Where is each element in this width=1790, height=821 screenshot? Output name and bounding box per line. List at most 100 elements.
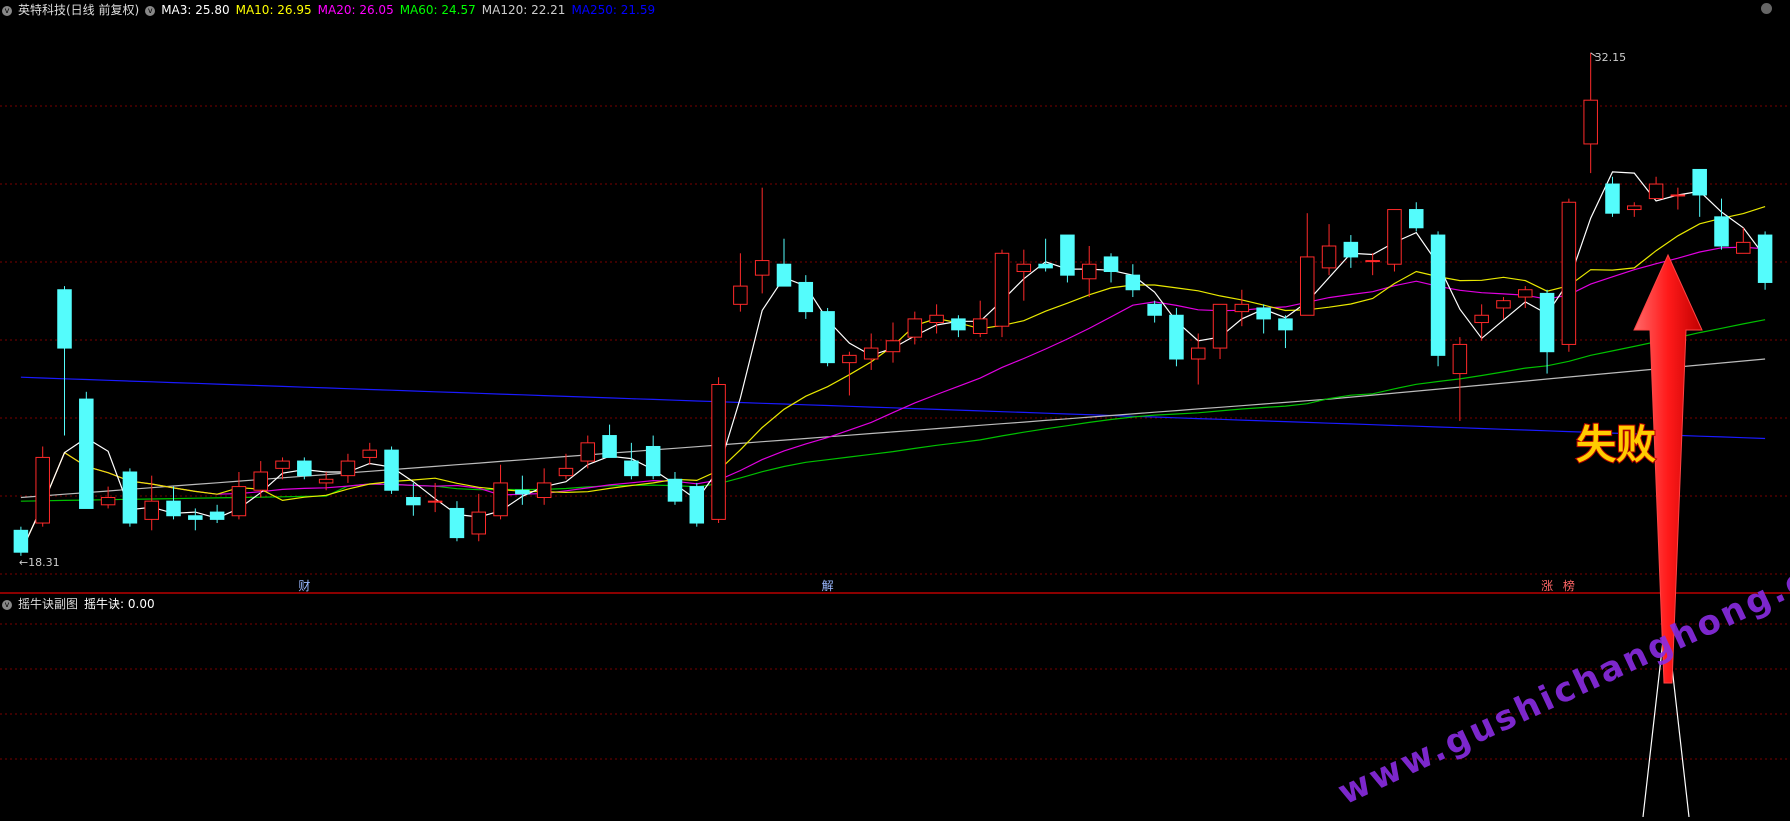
candle-up xyxy=(1474,314,1489,324)
candle-down xyxy=(13,529,29,553)
ma10-line xyxy=(20,206,1766,553)
grid-lines xyxy=(0,105,1790,575)
ma250-line xyxy=(20,376,1766,440)
candle-up xyxy=(1496,300,1511,309)
candle-down xyxy=(1256,307,1271,320)
candle-down xyxy=(1038,263,1053,269)
candle-down xyxy=(1757,234,1773,283)
candle-down xyxy=(297,460,312,477)
candle-up xyxy=(427,500,443,503)
candle-up xyxy=(907,318,923,338)
candle-up xyxy=(1212,303,1228,349)
candle-up xyxy=(1583,99,1598,145)
candles xyxy=(13,52,1773,556)
indicator-value: 摇牛诀: 0.00 xyxy=(84,597,155,611)
candle-up xyxy=(1081,263,1097,280)
candle-down xyxy=(1409,209,1424,229)
candle-up xyxy=(1736,241,1751,254)
candle-down xyxy=(951,318,966,331)
candle-down xyxy=(449,507,465,539)
candle-down xyxy=(166,500,181,517)
candle-up xyxy=(536,482,552,499)
candle-up xyxy=(1299,256,1315,316)
candle-up xyxy=(275,460,290,469)
candle-up xyxy=(340,460,356,477)
candlestick-chart: 32.15 ←18.31 财 解 涨榜 xyxy=(0,51,1790,593)
candle-down xyxy=(122,471,138,524)
candle-up xyxy=(733,285,748,305)
main-chart-panel[interactable]: v 英特科技(日线 前复权) v MA3: 25.80 MA10: 26.95 MA20:… xyxy=(0,0,1790,593)
candle-up xyxy=(1452,343,1468,375)
candle-up xyxy=(842,354,857,364)
candle-down xyxy=(79,398,94,509)
event-marker: 涨 xyxy=(1541,578,1553,592)
candle-up xyxy=(994,252,1010,327)
candle-up xyxy=(100,497,116,506)
candle-down xyxy=(624,460,639,477)
candle-up xyxy=(929,314,944,324)
candle-up xyxy=(863,347,879,360)
candle-up xyxy=(1648,183,1664,200)
candle-up xyxy=(362,449,377,458)
ma-label: MA10: 26.95 xyxy=(235,3,312,17)
candle-down xyxy=(776,263,792,287)
candle-down xyxy=(1539,292,1555,353)
candle-up xyxy=(711,384,726,520)
event-marker: 财 xyxy=(298,579,310,592)
ma-label: MA3: 25.80 xyxy=(161,3,230,17)
candle-up xyxy=(1627,205,1642,211)
candle-down xyxy=(1103,256,1119,273)
low-price-label: ←18.31 xyxy=(19,556,60,569)
candle-up xyxy=(1518,289,1533,298)
ma-label: MA60: 24.57 xyxy=(399,3,476,17)
ma-legend: MA3: 25.80 MA10: 26.95 MA20: 26.05 MA60: 24… xyxy=(161,3,661,17)
candle-down xyxy=(384,449,399,491)
candle-up xyxy=(318,478,334,484)
candle-up xyxy=(885,340,901,353)
candle-down xyxy=(406,497,421,506)
candle-down xyxy=(645,445,661,477)
indicator-chart xyxy=(0,613,1790,818)
candle-up xyxy=(471,511,487,535)
candle-up xyxy=(580,442,596,462)
candle-down xyxy=(1125,274,1141,291)
candle-up xyxy=(1234,303,1250,313)
close-icon[interactable] xyxy=(1761,3,1772,14)
candle-down xyxy=(1430,234,1446,356)
candle-up xyxy=(253,471,268,491)
settings-dot-icon[interactable]: v xyxy=(145,5,156,16)
candle-up xyxy=(1016,263,1032,273)
candle-down xyxy=(798,281,814,313)
subpanel-title: 摇牛诀副图 xyxy=(18,597,79,611)
ma-label: MA120: 22.21 xyxy=(481,3,566,17)
candle-down xyxy=(1169,314,1184,360)
collapse-icon[interactable]: v xyxy=(2,599,12,610)
candle-up xyxy=(754,260,770,276)
ma20-line xyxy=(20,246,1766,553)
indicator-spike xyxy=(1642,613,1690,818)
candle-down xyxy=(602,435,617,458)
sub-chart-panel[interactable]: v 摇牛诀副图 摇牛诀: 0.00 xyxy=(0,594,1790,818)
candle-down xyxy=(1605,183,1620,214)
event-marker: 榜 xyxy=(1563,578,1575,592)
sub-header: v 摇牛诀副图 摇牛诀: 0.00 xyxy=(2,596,161,612)
candle-down xyxy=(667,478,683,502)
collapse-icon[interactable]: v xyxy=(2,5,12,16)
candle-down xyxy=(1060,234,1075,276)
candle-down xyxy=(1343,241,1359,258)
event-marker: 解 xyxy=(822,579,834,592)
candle-up xyxy=(144,500,159,520)
high-price-label: 32.15 xyxy=(1595,51,1627,64)
main-header: v 英特科技(日线 前复权) v MA3: 25.80 MA10: 26.95 MA20:… xyxy=(2,2,667,18)
ma-label: MA20: 26.05 xyxy=(317,3,394,17)
candle-down xyxy=(1692,168,1707,196)
candle-down xyxy=(820,311,835,364)
candle-down xyxy=(188,515,203,520)
candle-down xyxy=(57,289,72,349)
candle-up xyxy=(1561,201,1577,345)
stock-title: 英特科技(日线 前复权) xyxy=(18,3,140,17)
candle-up xyxy=(231,486,247,517)
candle-up xyxy=(1387,209,1402,265)
candle-down xyxy=(689,486,705,524)
candle-down xyxy=(1278,318,1293,331)
